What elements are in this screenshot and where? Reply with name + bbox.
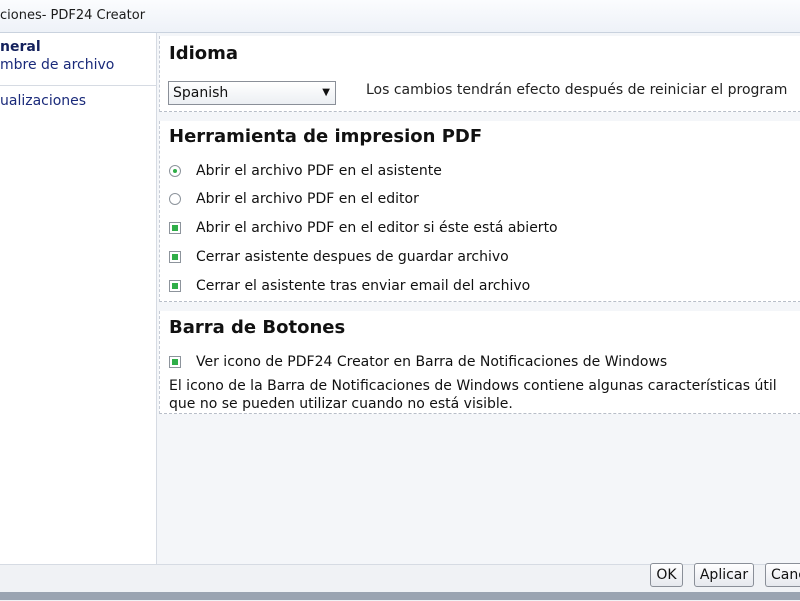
section-idioma: Idioma Spanish ▼ Los cambios tendrán efe…	[159, 36, 800, 112]
checkbox-show-tray-icon[interactable]	[169, 356, 181, 368]
language-select[interactable]: Spanish ▼	[168, 81, 336, 105]
chevron-down-icon: ▼	[322, 87, 330, 98]
option-label: Cerrar el asistente tras enviar email de…	[196, 278, 531, 294]
checkbox-close-after-save[interactable]	[169, 251, 181, 263]
option-label: Abrir el archivo PDF en el editor	[196, 191, 419, 207]
sidebar: neral mbre de archivo ualizaciones	[0, 33, 157, 564]
language-restart-note: Los cambios tendrán efecto después de re…	[366, 82, 788, 98]
section-herramienta-impresion: Herramienta de impresion PDF Abrir el ar…	[159, 121, 800, 302]
window-title: ciones- PDF24 Creator	[0, 8, 146, 23]
sidebar-item-actualizaciones[interactable]: ualizaciones	[0, 93, 86, 109]
option-label: Abrir el archivo PDF en el editor si ést…	[196, 220, 558, 236]
window-frame-bottom	[0, 592, 800, 600]
checkbox-close-after-email[interactable]	[169, 280, 181, 292]
tray-description-line1: El icono de la Barra de Notificaciones d…	[169, 378, 777, 394]
apply-button[interactable]: Aplicar	[694, 563, 754, 587]
sidebar-divider	[0, 85, 156, 86]
language-select-value: Spanish	[173, 85, 229, 101]
window-titlebar: ciones- PDF24 Creator	[0, 0, 800, 33]
checkbox-open-in-editor-if-open[interactable]	[169, 222, 181, 234]
ok-button[interactable]: OK	[650, 563, 683, 587]
radio-open-in-assistant[interactable]	[169, 165, 181, 177]
radio-open-in-editor[interactable]	[169, 193, 181, 205]
option-label: Abrir el archivo PDF en el asistente	[196, 163, 442, 179]
section-barra-botones: Barra de Botones Ver icono de PDF24 Crea…	[159, 311, 800, 414]
option-label: Ver icono de PDF24 Creator en Barra de N…	[196, 354, 668, 370]
section-title-idioma: Idioma	[169, 43, 239, 64]
cancel-button[interactable]: Canc	[765, 563, 800, 587]
option-label: Cerrar asistente despues de guardar arch…	[196, 249, 509, 265]
section-title-herramienta: Herramienta de impresion PDF	[169, 126, 483, 147]
tray-description-line2: que no se pueden utilizar cuando no está…	[169, 396, 513, 412]
sidebar-item-nombre-archivo[interactable]: mbre de archivo	[0, 57, 114, 73]
sidebar-item-general[interactable]: neral	[0, 39, 41, 55]
section-title-barra: Barra de Botones	[169, 317, 346, 338]
settings-panel: Idioma Spanish ▼ Los cambios tendrán efe…	[157, 33, 800, 564]
